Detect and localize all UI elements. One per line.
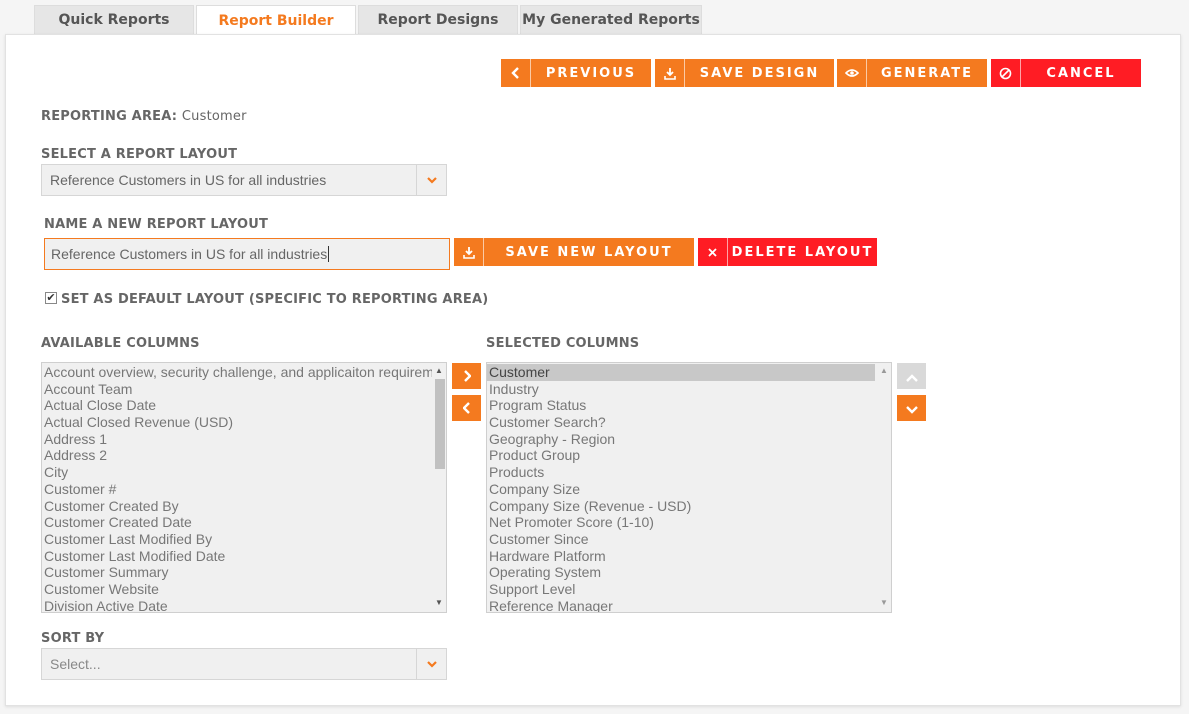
list-item[interactable]: Actual Closed Revenue (USD) bbox=[42, 414, 432, 431]
no-entry-icon bbox=[991, 59, 1021, 87]
new-layout-name-value: Reference Customers in US for all indust… bbox=[51, 246, 328, 262]
selected-columns-scrollbar[interactable]: ▲ ▼ bbox=[877, 363, 891, 612]
tab-quick-reports[interactable]: Quick Reports bbox=[34, 5, 194, 34]
delete-layout-button[interactable]: DELETE LAYOUT bbox=[698, 238, 877, 266]
list-item[interactable]: Support Level bbox=[487, 581, 875, 598]
list-item[interactable]: Actual Close Date bbox=[42, 397, 432, 414]
download-icon bbox=[655, 59, 685, 87]
chevron-left-icon bbox=[461, 399, 471, 418]
list-item[interactable]: Customer Last Modified By bbox=[42, 531, 432, 548]
list-item[interactable]: Geography - Region bbox=[487, 431, 875, 448]
list-item[interactable]: Industry bbox=[487, 381, 875, 398]
tab-my-generated-reports[interactable]: My Generated Reports bbox=[520, 5, 702, 34]
scroll-up-arrow-icon[interactable]: ▲ bbox=[879, 366, 889, 376]
list-item[interactable]: Product Group bbox=[487, 447, 875, 464]
available-columns-scrollbar[interactable]: ▲ ▼ bbox=[432, 363, 446, 612]
sort-by-label: SORT BY bbox=[41, 631, 105, 646]
list-item[interactable]: Account Team bbox=[42, 381, 432, 398]
selected-columns-label: SELECTED COLUMNS bbox=[486, 336, 640, 351]
default-layout-checkbox[interactable]: ✔ bbox=[45, 292, 57, 304]
list-item[interactable]: Net Promoter Score (1-10) bbox=[487, 514, 875, 531]
list-item[interactable]: Products bbox=[487, 464, 875, 481]
chevron-down-icon bbox=[416, 165, 446, 195]
previous-label: PREVIOUS bbox=[545, 65, 637, 81]
tab-report-designs[interactable]: Report Designs bbox=[358, 5, 518, 34]
report-layout-select-value: Reference Customers in US for all indust… bbox=[50, 172, 327, 188]
list-item[interactable]: Address 1 bbox=[42, 431, 432, 448]
list-item[interactable]: Account overview, security challenge, an… bbox=[42, 364, 432, 381]
sort-by-select[interactable]: Select... bbox=[41, 648, 447, 680]
scroll-down-arrow-icon[interactable]: ▼ bbox=[879, 598, 889, 608]
download-icon bbox=[454, 238, 484, 266]
scroll-down-arrow-icon[interactable]: ▼ bbox=[434, 598, 444, 608]
scrollbar-thumb[interactable] bbox=[435, 379, 445, 469]
default-layout-label: SET AS DEFAULT LAYOUT (SPECIFIC TO REPOR… bbox=[61, 292, 489, 307]
new-layout-name-input[interactable]: Reference Customers in US for all indust… bbox=[44, 238, 450, 270]
remove-column-button[interactable] bbox=[452, 395, 481, 421]
tab-bar: Quick Reports Report Builder Report Desi… bbox=[34, 5, 704, 35]
save-design-button[interactable]: SAVE DESIGN bbox=[655, 59, 834, 87]
list-item[interactable]: Company Size bbox=[487, 481, 875, 498]
list-item[interactable]: Address 2 bbox=[42, 447, 432, 464]
list-item[interactable]: Division Active Date bbox=[42, 598, 432, 612]
available-columns-label: AVAILABLE COLUMNS bbox=[41, 336, 200, 351]
previous-button[interactable]: PREVIOUS bbox=[501, 59, 651, 87]
chevron-left-icon bbox=[501, 59, 531, 87]
chevron-down-icon bbox=[905, 399, 918, 418]
save-design-label: SAVE DESIGN bbox=[699, 65, 820, 81]
move-down-button[interactable] bbox=[897, 395, 926, 421]
tab-report-builder[interactable]: Report Builder bbox=[196, 5, 356, 35]
checkbox-checked-icon: ✔ bbox=[46, 291, 56, 304]
cancel-button[interactable]: CANCEL bbox=[991, 59, 1141, 87]
list-item[interactable]: Customer Search? bbox=[487, 414, 875, 431]
delete-layout-label: DELETE LAYOUT bbox=[731, 244, 874, 260]
generate-label: GENERATE bbox=[880, 65, 974, 81]
list-item[interactable]: Hardware Platform bbox=[487, 548, 875, 565]
sort-by-placeholder: Select... bbox=[50, 656, 101, 672]
list-item[interactable]: City bbox=[42, 464, 432, 481]
available-columns-list[interactable]: Account overview, security challenge, an… bbox=[41, 362, 447, 613]
list-item[interactable]: Program Status bbox=[487, 397, 875, 414]
list-item[interactable]: Company Size (Revenue - USD) bbox=[487, 498, 875, 515]
chevron-up-icon bbox=[905, 367, 918, 386]
list-item[interactable]: Customer # bbox=[42, 481, 432, 498]
text-cursor bbox=[328, 246, 330, 262]
add-column-button[interactable] bbox=[452, 363, 481, 389]
list-item[interactable]: Customer Last Modified Date bbox=[42, 548, 432, 565]
save-new-layout-label: SAVE NEW LAYOUT bbox=[505, 244, 673, 260]
new-layout-label: NAME A NEW REPORT LAYOUT bbox=[44, 217, 269, 232]
reporting-area: REPORTING AREA: Customer bbox=[41, 109, 247, 124]
save-new-layout-button[interactable]: SAVE NEW LAYOUT bbox=[454, 238, 694, 266]
close-icon bbox=[698, 238, 728, 266]
list-item[interactable]: Operating System bbox=[487, 564, 875, 581]
list-item[interactable]: Customer Created Date bbox=[42, 514, 432, 531]
scroll-up-arrow-icon[interactable]: ▲ bbox=[434, 366, 444, 376]
list-item[interactable]: Customer Website bbox=[42, 581, 432, 598]
chevron-right-icon bbox=[463, 367, 472, 386]
eye-icon bbox=[837, 59, 867, 87]
selected-columns-list[interactable]: Customer Industry Program Status Custome… bbox=[486, 362, 892, 613]
report-layout-select[interactable]: Reference Customers in US for all indust… bbox=[41, 164, 447, 196]
list-item[interactable]: Customer Since bbox=[487, 531, 875, 548]
list-item[interactable]: Customer bbox=[487, 364, 875, 381]
cancel-label: CANCEL bbox=[1046, 65, 1116, 81]
list-item[interactable]: Reference Manager bbox=[487, 598, 875, 612]
generate-button[interactable]: GENERATE bbox=[837, 59, 987, 87]
select-layout-label: SELECT A REPORT LAYOUT bbox=[41, 147, 238, 162]
move-up-button[interactable] bbox=[897, 363, 926, 389]
reporting-area-value: Customer bbox=[181, 109, 247, 124]
reporting-area-label: REPORTING AREA: bbox=[41, 109, 178, 124]
list-item[interactable]: Customer Created By bbox=[42, 498, 432, 515]
list-item[interactable]: Customer Summary bbox=[42, 564, 432, 581]
chevron-down-icon bbox=[416, 649, 446, 679]
